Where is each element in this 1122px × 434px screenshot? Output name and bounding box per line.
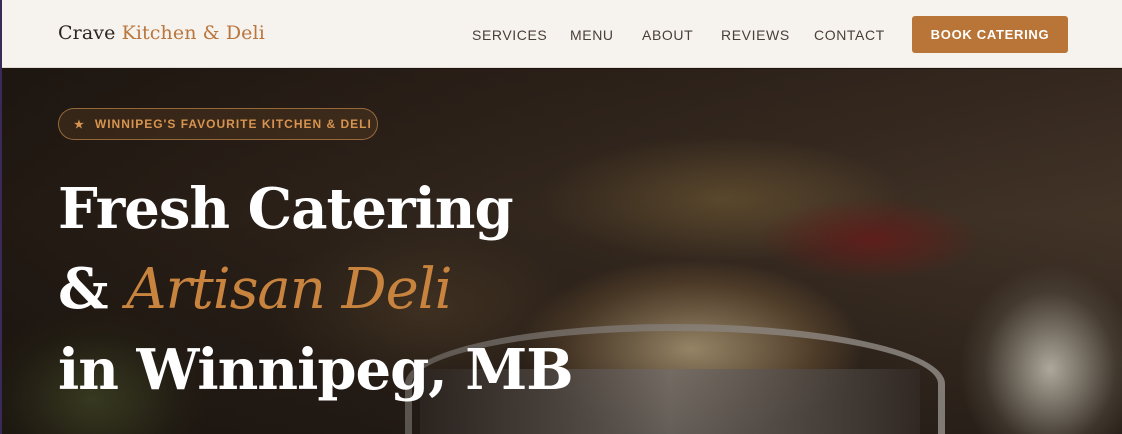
headline-line-1: Fresh Catering — [58, 176, 514, 242]
nav-link-reviews[interactable]: REVIEWS — [721, 27, 790, 43]
hero-headline: Fresh Catering & Artisan Deli in Winnipe… — [58, 169, 574, 410]
window-edge — [0, 0, 2, 434]
star-icon: ★ — [74, 118, 85, 131]
hero-section: ★ WINNIPEG'S FAVOURITE KITCHEN & DELI Fr… — [0, 69, 1122, 434]
nav-link-menu[interactable]: MENU — [570, 27, 614, 43]
nav-link-contact[interactable]: CONTACT — [814, 27, 885, 43]
site-header: Crave Kitchen & Deli SERVICES MENU ABOUT… — [0, 0, 1122, 68]
book-catering-button[interactable]: BOOK CATERING — [912, 16, 1068, 53]
headline-ampersand: & — [58, 256, 109, 322]
hero-badge: ★ WINNIPEG'S FAVOURITE KITCHEN & DELI — [58, 108, 378, 140]
headline-line-2: & Artisan Deli — [58, 249, 573, 330]
hero-badge-text: WINNIPEG'S FAVOURITE KITCHEN & DELI — [94, 117, 372, 131]
headline-line-3: in Winnipeg, MB — [58, 337, 574, 403]
nav-link-about[interactable]: ABOUT — [642, 27, 693, 43]
headline-accent: Artisan Deli — [126, 257, 452, 322]
nav-link-services[interactable]: SERVICES — [472, 27, 547, 43]
